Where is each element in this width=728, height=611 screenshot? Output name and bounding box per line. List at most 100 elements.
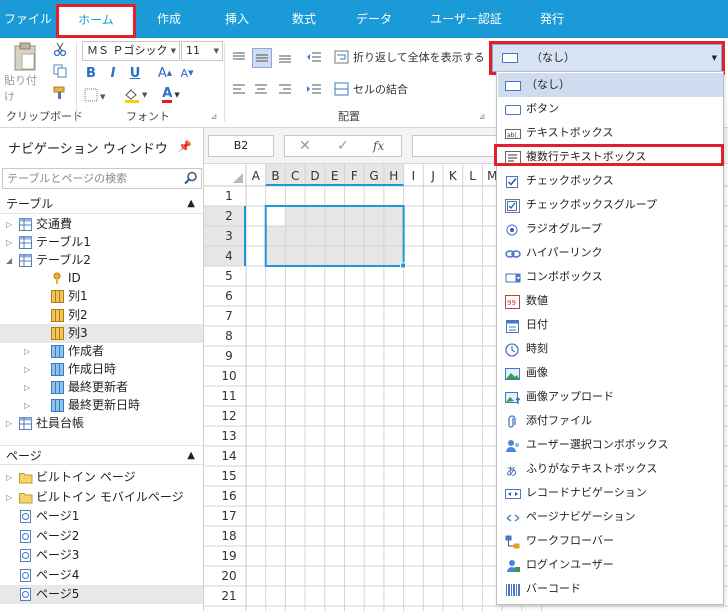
expand-arrow-icon[interactable]: ▷ (24, 360, 30, 379)
table-tree-item[interactable]: ◢ テーブル2 (0, 251, 203, 270)
control-option[interactable]: 時刻 (498, 337, 723, 361)
column-header[interactable]: C (291, 169, 299, 183)
row-header[interactable]: 12 (221, 409, 236, 423)
menu-publish[interactable]: 発行 (523, 0, 581, 38)
search-input[interactable]: テーブルとページの検索 (2, 168, 202, 189)
function-icon[interactable]: fx (373, 139, 384, 153)
align-bottom-button[interactable] (276, 48, 294, 66)
column-header[interactable]: D (310, 169, 319, 183)
menu-formula[interactable]: 数式 (275, 0, 333, 38)
table-tree-item[interactable]: 列3 (0, 323, 203, 343)
cell-reference-box[interactable]: B2 (208, 135, 274, 157)
cut-button[interactable] (50, 40, 70, 58)
row-header[interactable]: 7 (225, 309, 233, 323)
cancel-icon[interactable]: ✕ (299, 138, 311, 154)
column-header[interactable]: I (412, 169, 416, 183)
format-painter-button[interactable] (50, 84, 70, 102)
page-tree-item[interactable]: ページ1 (0, 507, 203, 526)
control-option[interactable]: コンボボックス (498, 265, 723, 289)
confirm-icon[interactable]: ✓ (337, 138, 349, 154)
align-left-button[interactable] (230, 80, 248, 98)
control-option[interactable]: 画像アップロード (498, 385, 723, 409)
wrap-text-button[interactable]: 折り返して全体を表示する (334, 46, 488, 68)
paste-button[interactable]: 貼り付け (4, 42, 46, 104)
column-header[interactable]: K (449, 169, 458, 183)
page-tree-item[interactable]: ページ5 (0, 585, 203, 604)
menu-create[interactable]: 作成 (140, 0, 198, 38)
column-header[interactable]: A (252, 169, 261, 183)
control-option[interactable]: 添付ファイル (498, 409, 723, 433)
control-option[interactable]: 画像 (498, 361, 723, 385)
row-header[interactable]: 3 (225, 229, 233, 243)
font-family-select[interactable]: ＭＳ Ｐゴシック ▼ (82, 41, 180, 61)
formula-input[interactable] (412, 135, 502, 157)
control-option[interactable]: ページナビゲーション (498, 505, 723, 529)
row-header[interactable]: 17 (221, 509, 236, 523)
row-header[interactable]: 11 (221, 389, 236, 403)
font-size-select[interactable]: 11 ▼ (181, 41, 223, 61)
border-button[interactable]: ▼ (82, 86, 108, 104)
active-cell[interactable] (265, 206, 286, 226)
row-header[interactable]: 9 (225, 349, 233, 363)
control-option[interactable]: 複数行テキストボックス (498, 145, 723, 169)
page-tree-item[interactable]: ▷ ビルトイン モバイルページ (0, 488, 203, 507)
alignment-dialog-launcher-icon[interactable]: ⊿ (476, 110, 488, 122)
row-header[interactable]: 15 (221, 469, 236, 483)
tables-section-header[interactable]: テーブル ▲ (0, 194, 203, 214)
row-header[interactable]: 10 (221, 369, 236, 383)
column-header[interactable]: G (369, 169, 378, 183)
control-option[interactable]: ab| テキストボックス (498, 121, 723, 145)
menu-insert[interactable]: 挿入 (208, 0, 266, 38)
row-header[interactable]: 5 (225, 269, 233, 283)
indent-increase-button[interactable] (304, 80, 324, 98)
row-header[interactable]: 21 (221, 589, 236, 603)
bold-button[interactable]: B (82, 64, 100, 82)
table-tree-item[interactable]: ▷ 作成日時 (0, 360, 203, 379)
row-header[interactable]: 2 (225, 209, 233, 223)
column-header[interactable]: E (331, 169, 339, 183)
merge-cells-button[interactable]: セルの結合 (334, 78, 424, 100)
column-header[interactable]: L (469, 169, 476, 183)
control-option[interactable]: チェックボックスグループ (498, 193, 723, 217)
row-header[interactable]: 4 (225, 249, 233, 263)
row-header[interactable]: 8 (225, 329, 233, 343)
shrink-font-button[interactable]: A ▼ (178, 64, 196, 82)
control-option[interactable]: ワークフローバー (498, 529, 723, 553)
table-tree-item[interactable]: ID (0, 269, 203, 288)
collapse-arrow-icon[interactable]: ◢ (6, 251, 12, 270)
column-header[interactable]: B (271, 169, 279, 183)
control-option[interactable]: バーコード (498, 577, 723, 601)
expand-arrow-icon[interactable]: ▷ (6, 233, 12, 252)
fill-handle[interactable] (400, 262, 407, 269)
indent-decrease-button[interactable] (304, 48, 324, 66)
expand-arrow-icon[interactable]: ▷ (6, 468, 12, 487)
table-tree-item[interactable]: ▷ 交通費 (0, 215, 203, 234)
menu-home[interactable]: ホーム (58, 4, 134, 38)
table-tree-item[interactable]: 列2 (0, 306, 203, 325)
row-header[interactable]: 6 (225, 289, 233, 303)
align-center-button[interactable] (252, 80, 270, 98)
row-header[interactable]: 14 (221, 449, 236, 463)
control-option[interactable]: あふりがなテキストボックス (498, 457, 723, 481)
table-tree-item[interactable]: ▷ 最終更新者 (0, 378, 203, 397)
font-color-button[interactable]: A ▼ (156, 86, 186, 104)
control-option[interactable]: ログインユーザー (498, 553, 723, 577)
control-type-select[interactable]: （なし） ▼ (492, 44, 722, 72)
row-header[interactable]: 20 (221, 569, 236, 583)
align-right-button[interactable] (276, 80, 294, 98)
control-option[interactable]: ラジオグループ (498, 217, 723, 241)
align-top-button[interactable] (230, 48, 248, 66)
menu-user-auth[interactable]: ユーザー認証 (418, 0, 514, 38)
column-header[interactable]: J (430, 169, 435, 183)
control-option[interactable]: チェックボックス (498, 169, 723, 193)
control-option[interactable]: （なし） (498, 73, 723, 97)
italic-button[interactable]: I (104, 64, 122, 82)
expand-arrow-icon[interactable]: ▷ (24, 342, 30, 361)
expand-arrow-icon[interactable]: ▷ (24, 378, 30, 397)
table-tree-item[interactable]: ▷ 最終更新日時 (0, 396, 203, 415)
menu-file[interactable]: ファイル (0, 0, 56, 38)
expand-arrow-icon[interactable]: ▷ (6, 215, 12, 234)
expand-arrow-icon[interactable]: ▷ (24, 396, 30, 415)
underline-button[interactable]: U (126, 64, 144, 82)
menu-data[interactable]: データ (345, 0, 403, 38)
